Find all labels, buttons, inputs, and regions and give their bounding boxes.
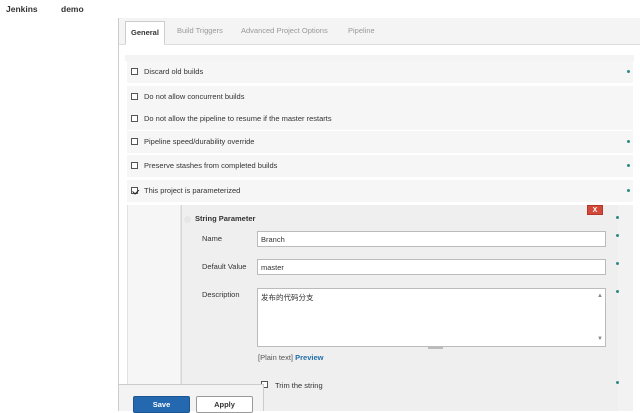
- trim-string-label: Trim the string: [275, 381, 323, 390]
- delete-parameter-button[interactable]: X: [587, 205, 603, 215]
- option-durability-override: Pipeline speed/durability override: [127, 131, 633, 153]
- scroll-up-icon[interactable]: ▲: [597, 293, 603, 299]
- description-label: Description: [202, 290, 240, 299]
- breadcrumb-jenkins[interactable]: Jenkins: [6, 4, 38, 14]
- parameter-title: String Parameter: [195, 214, 256, 223]
- option-discard-old-builds: Discard old builds: [127, 61, 633, 83]
- string-parameter-block: String Parameter X Name Branch Default V…: [181, 205, 619, 411]
- no-concurrent-builds-checkbox[interactable]: [131, 93, 138, 100]
- help-icon[interactable]: [616, 381, 619, 384]
- textarea-scrollbar[interactable]: ▲ ▼: [596, 290, 604, 345]
- config-form: Discard old builds Do not allow concurre…: [119, 45, 640, 411]
- help-icon[interactable]: [627, 189, 630, 192]
- option-label: This project is parameterized: [144, 186, 241, 195]
- breadcrumb-demo[interactable]: demo: [61, 4, 84, 14]
- parameterized-checkbox[interactable]: [131, 187, 138, 194]
- scroll-down-icon[interactable]: ▼: [597, 336, 603, 342]
- tab-advanced-project-options[interactable]: Advanced Project Options: [241, 18, 328, 44]
- parameters-section: String Parameter X Name Branch Default V…: [127, 205, 633, 411]
- apply-button[interactable]: Apply: [196, 396, 253, 413]
- help-icon[interactable]: [627, 164, 630, 167]
- option-label: Pipeline speed/durability override: [144, 137, 255, 146]
- description-text: 发布的代码分支: [261, 293, 314, 302]
- tab-pipeline[interactable]: Pipeline: [348, 18, 375, 44]
- option-no-resume: Do not allow the pipeline to resume if t…: [127, 108, 633, 130]
- name-input[interactable]: Branch: [257, 231, 606, 247]
- description-textarea[interactable]: 发布的代码分支 ▲ ▼: [257, 288, 606, 349]
- default-value-label: Default Value: [202, 262, 247, 271]
- tab-build-triggers[interactable]: Build Triggers: [177, 18, 223, 44]
- format-hint: [Plain text] Preview: [258, 353, 323, 362]
- option-label: Do not allow the pipeline to resume if t…: [144, 114, 332, 123]
- parameter-header: String Parameter X: [182, 205, 619, 229]
- name-label: Name: [202, 234, 223, 243]
- discard-old-builds-checkbox[interactable]: [131, 68, 138, 75]
- help-icon[interactable]: [627, 70, 630, 73]
- option-no-concurrent-builds: Do not allow concurrent builds: [127, 86, 633, 108]
- drag-handle-icon[interactable]: [184, 216, 191, 223]
- option-label: Discard old builds: [144, 67, 204, 76]
- option-label: Do not allow concurrent builds: [144, 92, 245, 101]
- tab-bar: General Build Triggers Advanced Project …: [119, 18, 640, 45]
- breadcrumb: Jenkins demo: [0, 0, 640, 18]
- tab-general[interactable]: General: [125, 21, 165, 45]
- form-footer: Save Apply: [119, 384, 264, 413]
- parameters-indent: [128, 205, 181, 411]
- help-icon[interactable]: [627, 140, 630, 143]
- default-value-input[interactable]: master: [257, 259, 606, 275]
- durability-override-checkbox[interactable]: [131, 138, 138, 145]
- help-icon[interactable]: [616, 216, 619, 219]
- option-label: Preserve stashes from completed builds: [144, 161, 278, 170]
- sidebar: [0, 18, 119, 411]
- help-icon[interactable]: [616, 262, 619, 265]
- preview-link[interactable]: Preview: [295, 353, 323, 362]
- preserve-stashes-checkbox[interactable]: [131, 162, 138, 169]
- resize-grip-icon[interactable]: [428, 347, 443, 349]
- no-resume-checkbox[interactable]: [131, 115, 138, 122]
- option-parameterized: This project is parameterized: [127, 180, 633, 202]
- help-icon[interactable]: [616, 290, 619, 293]
- help-icon[interactable]: [616, 234, 619, 237]
- save-button[interactable]: Save: [133, 396, 190, 413]
- format-label: [Plain text]: [258, 353, 294, 362]
- option-preserve-stashes: Preserve stashes from completed builds: [127, 155, 633, 177]
